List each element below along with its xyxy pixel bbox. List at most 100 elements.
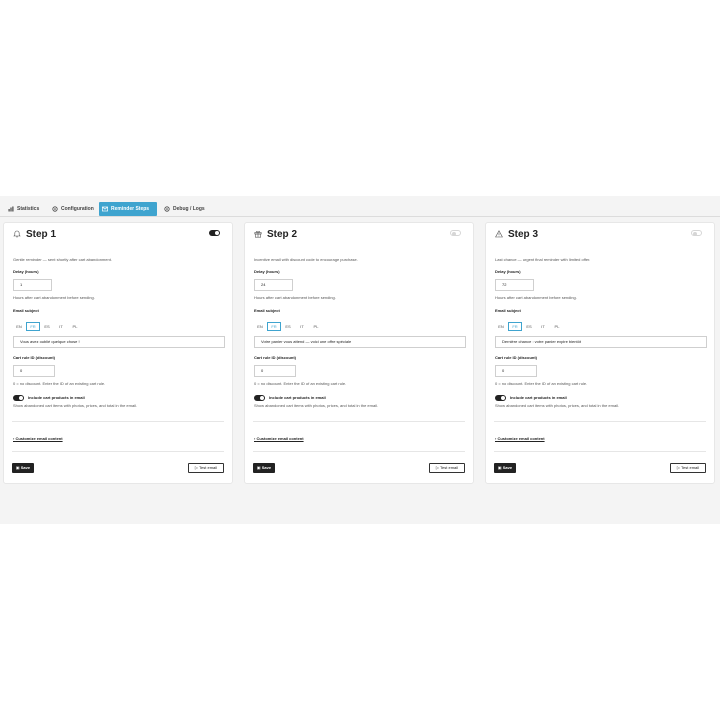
subject-label: Email subject xyxy=(495,308,521,313)
gift-icon xyxy=(254,231,262,238)
cart-rule-help: 0 = no discount. Enter the ID of an exis… xyxy=(495,381,588,386)
step-enabled-toggle[interactable] xyxy=(691,230,702,236)
toggle-knob xyxy=(501,396,505,400)
lang-es[interactable]: ES xyxy=(281,322,295,331)
step-card-1: Step 1 Gentle reminder — sent shortly af… xyxy=(3,222,233,484)
toggle-knob xyxy=(451,231,456,236)
step-description: Gentle reminder — sent shortly after car… xyxy=(13,257,112,262)
bell-icon xyxy=(13,230,21,238)
tab-statistics[interactable]: Statistics xyxy=(5,202,42,216)
tab-label: Configuration xyxy=(61,206,94,212)
lang-pl[interactable]: PL xyxy=(550,322,564,331)
customize-email-link[interactable]: › Customize email content xyxy=(495,436,545,441)
chart-icon xyxy=(8,206,14,212)
customize-label: Customize email content xyxy=(497,436,545,441)
cart-rule-input[interactable]: 0 xyxy=(254,365,296,377)
cart-rule-label: Cart rule ID (discount) xyxy=(495,355,538,360)
customize-label: Customize email content xyxy=(256,436,304,441)
step-description: Incentive email with discount code to en… xyxy=(254,257,358,262)
subject-input[interactable]: Votre panier vous attend — voici une off… xyxy=(254,336,466,348)
lang-pl[interactable]: PL xyxy=(68,322,82,331)
lang-es[interactable]: ES xyxy=(40,322,54,331)
subject-input[interactable]: Vous avez oublié quelque chose ! xyxy=(13,336,225,348)
test-email-button[interactable]: ▷ Test email xyxy=(670,463,706,473)
delay-help: Hours after cart abandonment before send… xyxy=(254,295,336,300)
tab-configuration[interactable]: Configuration xyxy=(49,202,97,216)
include-products-label: Include cart products in email xyxy=(510,395,567,400)
step-card-2: Step 2 Incentive email with discount cod… xyxy=(244,222,474,484)
step-enabled-toggle[interactable] xyxy=(450,230,461,236)
card-header: Step 2 xyxy=(245,223,473,245)
warning-icon xyxy=(495,230,503,238)
cart-rule-label: Cart rule ID (discount) xyxy=(13,355,56,360)
test-label: Test email xyxy=(681,465,700,470)
card-header: Step 3 xyxy=(486,223,714,245)
step-title: Step 2 xyxy=(267,229,298,240)
tab-debug-logs[interactable]: Debug / Logs xyxy=(161,202,208,216)
delay-help: Hours after cart abandonment before send… xyxy=(495,295,577,300)
lang-it[interactable]: IT xyxy=(54,322,68,331)
lang-pl[interactable]: PL xyxy=(309,322,323,331)
lang-it[interactable]: IT xyxy=(295,322,309,331)
step-enabled-toggle[interactable] xyxy=(209,230,220,236)
save-label: Save xyxy=(20,465,31,470)
save-label: Save xyxy=(502,465,513,470)
lang-fr[interactable]: FR xyxy=(26,322,40,331)
include-products-toggle[interactable] xyxy=(254,395,265,401)
divider xyxy=(494,421,706,422)
language-tabs: EN FR ES IT PL xyxy=(494,322,564,331)
delay-help: Hours after cart abandonment before send… xyxy=(13,295,95,300)
include-products-toggle[interactable] xyxy=(13,395,24,401)
subject-label: Email subject xyxy=(13,308,39,313)
lang-en[interactable]: EN xyxy=(253,322,267,331)
test-email-button[interactable]: ▷ Test email xyxy=(429,463,465,473)
delay-label: Delay (hours) xyxy=(254,269,280,274)
lang-es[interactable]: ES xyxy=(522,322,536,331)
divider xyxy=(494,451,706,452)
tab-bar: Statistics Configuration Reminder Steps … xyxy=(0,196,720,217)
cart-rule-input[interactable]: 0 xyxy=(13,365,55,377)
test-label: Test email xyxy=(199,465,218,470)
toggle-knob xyxy=(19,396,23,400)
include-products-help: Show abandoned cart items with photos, p… xyxy=(254,403,379,408)
delay-input[interactable]: 24 xyxy=(254,279,293,291)
subject-label: Email subject xyxy=(254,308,280,313)
divider xyxy=(253,421,465,422)
step-title: Step 3 xyxy=(508,229,539,240)
lang-en[interactable]: EN xyxy=(12,322,26,331)
language-tabs: EN FR ES IT PL xyxy=(253,322,323,331)
delay-input[interactable]: 1 xyxy=(13,279,52,291)
customize-email-link[interactable]: › Customize email content xyxy=(254,436,304,441)
tab-reminder-steps[interactable]: Reminder Steps xyxy=(99,202,157,216)
divider xyxy=(12,421,224,422)
lang-it[interactable]: IT xyxy=(536,322,550,331)
save-button[interactable]: ▣ Save xyxy=(494,463,516,473)
step-title: Step 1 xyxy=(26,229,57,240)
test-label: Test email xyxy=(440,465,459,470)
lang-fr[interactable]: FR xyxy=(267,322,281,331)
app-root: Statistics Configuration Reminder Steps … xyxy=(0,196,720,524)
customize-label: Customize email content xyxy=(15,436,63,441)
tab-label: Debug / Logs xyxy=(173,206,205,212)
gear-icon xyxy=(52,206,58,212)
customize-email-link[interactable]: › Customize email content xyxy=(13,436,63,441)
delay-label: Delay (hours) xyxy=(13,269,39,274)
save-button[interactable]: ▣ Save xyxy=(12,463,34,473)
tab-label: Statistics xyxy=(17,206,40,212)
lang-fr[interactable]: FR xyxy=(508,322,522,331)
save-button[interactable]: ▣ Save xyxy=(253,463,275,473)
test-email-button[interactable]: ▷ Test email xyxy=(188,463,224,473)
mail-icon xyxy=(102,206,108,212)
divider xyxy=(253,451,465,452)
cart-rule-help: 0 = no discount. Enter the ID of an exis… xyxy=(13,381,106,386)
include-products-label: Include cart products in email xyxy=(28,395,85,400)
tab-label: Reminder Steps xyxy=(111,206,150,212)
delay-input[interactable]: 72 xyxy=(495,279,534,291)
include-products-toggle[interactable] xyxy=(495,395,506,401)
include-products-help: Show abandoned cart items with photos, p… xyxy=(495,403,620,408)
cart-rule-input[interactable]: 0 xyxy=(495,365,537,377)
cart-rule-label: Cart rule ID (discount) xyxy=(254,355,297,360)
step-description: Last chance — urgent final reminder with… xyxy=(495,257,591,262)
subject-input[interactable]: Dernière chance : votre panier expire bi… xyxy=(495,336,707,348)
lang-en[interactable]: EN xyxy=(494,322,508,331)
